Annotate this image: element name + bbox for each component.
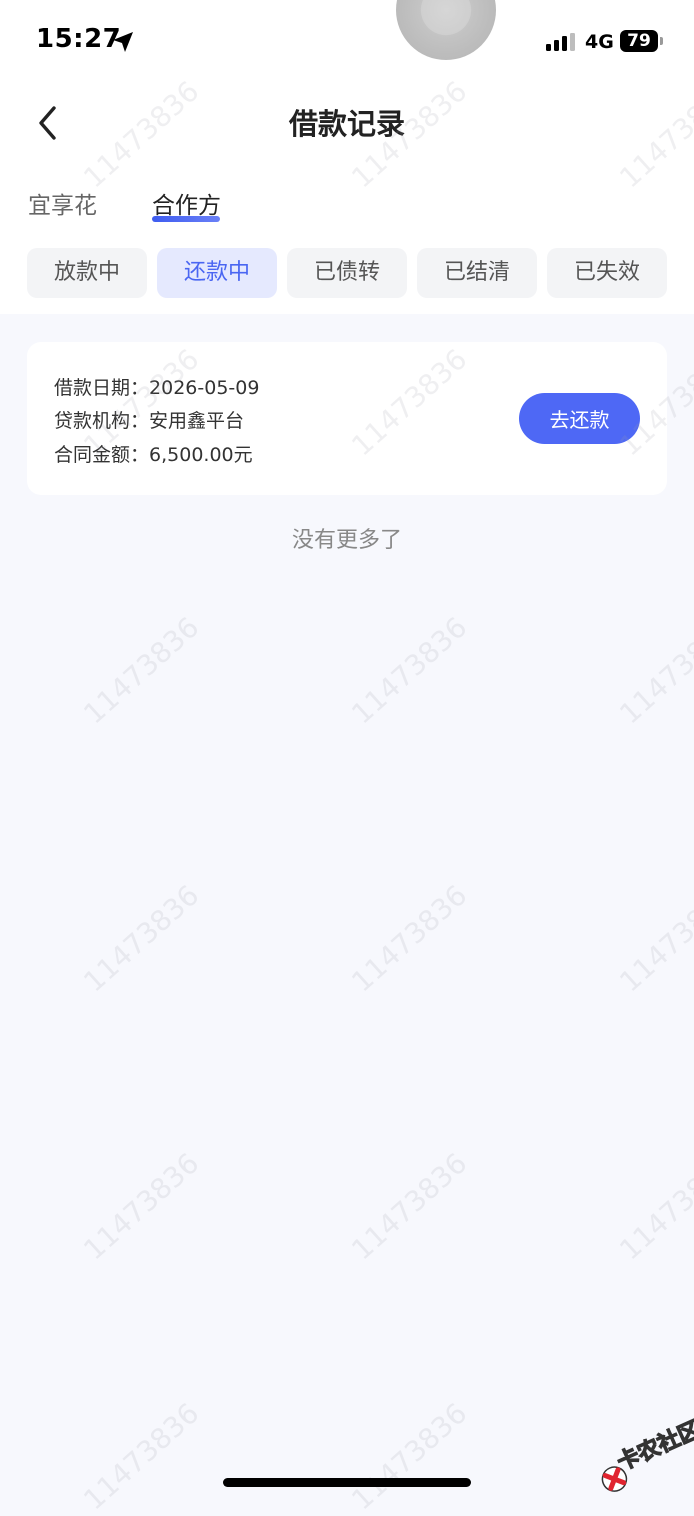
watermark: 11473836: [613, 610, 694, 731]
watermark: 11473836: [345, 878, 474, 999]
watermark: 11473836: [77, 1146, 206, 1267]
filter-repaying[interactable]: 还款中: [157, 248, 277, 298]
active-tab-indicator: [152, 216, 220, 222]
lender-value: 安用鑫平台: [149, 410, 245, 432]
home-indicator[interactable]: [223, 1478, 471, 1487]
signal-icon: [546, 33, 575, 51]
watermark: 11473836: [613, 878, 694, 999]
watermark: 11473836: [613, 1146, 694, 1267]
location-arrow-icon: [113, 32, 133, 52]
filter-settled[interactable]: 已结清: [417, 248, 537, 298]
network-type: 4G: [585, 31, 614, 53]
battery-cap: [660, 37, 663, 45]
status-filter-bar: 放款中 还款中 已债转 已结清 已失效: [27, 248, 694, 298]
filter-expired[interactable]: 已失效: [547, 248, 667, 298]
amount-value: 6,500.00元: [149, 444, 253, 466]
no-more-text: 没有更多了: [291, 528, 402, 553]
tab-partner[interactable]: 合作方: [152, 186, 221, 220]
watermark: 11473836: [345, 610, 474, 731]
battery-icon: 79: [620, 30, 658, 52]
watermark: 11473836: [345, 1146, 474, 1267]
amount-row: 合同金额：6,500.00元: [54, 440, 253, 467]
community-logo: 卡农社区: [580, 1395, 694, 1501]
watermark: 11473836: [77, 610, 206, 731]
lender-row: 贷款机构：安用鑫平台: [54, 406, 244, 433]
filter-transferred[interactable]: 已债转: [287, 248, 407, 298]
watermark: 11473836: [77, 1396, 206, 1516]
tab-yixianghua[interactable]: 宜享花: [28, 186, 97, 220]
loan-record-card[interactable]: 借款日期：2026-05-09 贷款机构：安用鑫平台 合同金额：6,500.00…: [27, 342, 667, 495]
loan-date-label: 借款日期：: [54, 377, 150, 399]
watermark: 11473836: [77, 878, 206, 999]
loan-date-row: 借款日期：2026-05-09: [54, 373, 259, 400]
logo-text: 卡农社区: [613, 1417, 694, 1477]
amount-label: 合同金额：: [54, 444, 150, 466]
lender-label: 贷款机构：: [54, 410, 150, 432]
page-title: 借款记录: [288, 107, 405, 141]
repay-button[interactable]: 去还款: [519, 393, 640, 444]
filter-disbursing[interactable]: 放款中: [27, 248, 147, 298]
status-time: 15:27: [36, 24, 122, 54]
watermark: 11473836: [345, 1396, 474, 1516]
loan-date-value: 2026-05-09: [149, 377, 260, 399]
